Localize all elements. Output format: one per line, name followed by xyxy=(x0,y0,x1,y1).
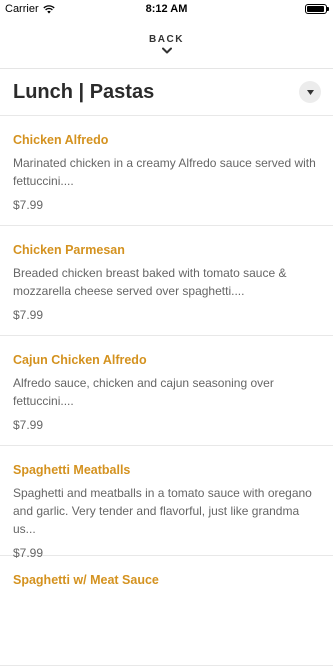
item-description: Breaded chicken breast baked with tomato… xyxy=(13,266,287,298)
item-name: Cajun Chicken Alfredo xyxy=(13,353,147,367)
menu-item[interactable]: Spaghetti Meatballs Spaghetti and meatba… xyxy=(0,446,333,560)
status-bar: Carrier 8:12 AM xyxy=(0,0,333,20)
item-name: Spaghetti Meatballs xyxy=(13,463,131,477)
item-description: Alfredo sauce, chicken and cajun seasoni… xyxy=(13,376,274,408)
back-button[interactable]: BACK xyxy=(0,20,333,69)
page-title: Lunch | Pastas xyxy=(13,81,155,103)
item-description: Marinated chicken in a creamy Alfredo sa… xyxy=(13,156,316,188)
menu-item[interactable]: Cajun Chicken Alfredo Alfredo sauce, chi… xyxy=(0,336,333,446)
back-label: BACK xyxy=(149,34,184,45)
item-name: Chicken Parmesan xyxy=(13,243,125,257)
menu-item[interactable]: Spaghetti w/ Meat Sauce xyxy=(0,556,333,666)
item-name: Spaghetti w/ Meat Sauce xyxy=(13,573,159,587)
battery-icon xyxy=(305,4,329,14)
item-price: $7.99 xyxy=(13,198,44,212)
menu-item[interactable]: Chicken Alfredo Marinated chicken in a c… xyxy=(0,116,333,226)
status-time: 8:12 AM xyxy=(145,3,188,15)
menu-item[interactable]: Chicken Parmesan Breaded chicken breast … xyxy=(0,226,333,336)
section-header: Lunch | Pastas xyxy=(0,69,333,116)
item-description: Spaghetti and meatballs in a tomato sauc… xyxy=(13,486,312,536)
menu-list: Chicken Alfredo Marinated chicken in a c… xyxy=(0,116,333,666)
category-dropdown-button[interactable] xyxy=(299,81,321,103)
caret-down-icon xyxy=(306,89,314,95)
item-price: $7.99 xyxy=(13,308,44,322)
item-name: Chicken Alfredo xyxy=(13,133,109,147)
chevron-down-icon xyxy=(161,47,172,54)
item-price: $7.99 xyxy=(13,418,44,432)
